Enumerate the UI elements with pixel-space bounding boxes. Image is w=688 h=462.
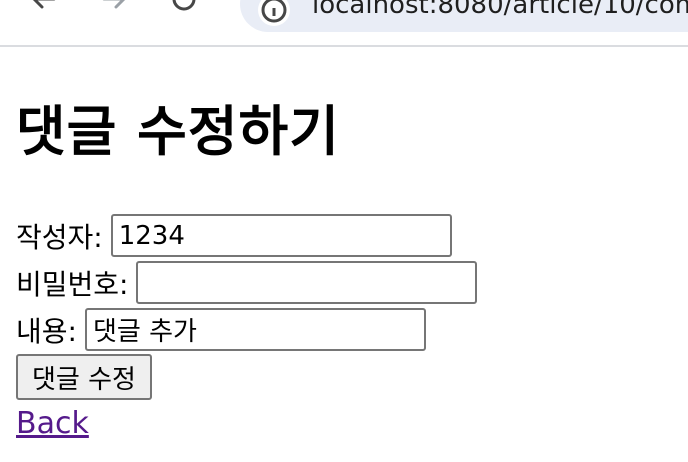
content-input[interactable] bbox=[84, 308, 426, 351]
password-input[interactable] bbox=[136, 261, 478, 304]
back-link[interactable]: Back bbox=[16, 406, 89, 441]
browser-toolbar: localhost:8080/article/10/com bbox=[0, 0, 688, 47]
back-arrow-icon[interactable] bbox=[28, 0, 58, 16]
page-title: 댓글 수정하기 bbox=[16, 100, 340, 163]
submit-edit-button[interactable]: 댓글 수정 bbox=[16, 354, 152, 400]
forward-arrow-icon[interactable] bbox=[100, 0, 130, 16]
reload-icon[interactable] bbox=[170, 0, 200, 16]
author-input[interactable] bbox=[110, 214, 452, 257]
author-label: 작성자: bbox=[16, 220, 103, 254]
content-row: 내용: bbox=[16, 306, 688, 353]
address-bar[interactable]: localhost:8080/article/10/com bbox=[240, 0, 688, 32]
edit-comment-form: 작성자: 비밀번호: 내용: 댓글 수정 bbox=[16, 212, 688, 400]
url-text: localhost:8080/article/10/com bbox=[312, 0, 688, 20]
page-content: 댓글 수정하기 작성자: 비밀번호: 내용: 댓글 수정 Back bbox=[16, 86, 688, 441]
content-label: 내용: bbox=[16, 314, 77, 348]
password-label: 비밀번호: bbox=[16, 267, 129, 301]
author-row: 작성자: bbox=[16, 212, 688, 259]
site-info-icon[interactable] bbox=[258, 0, 290, 26]
password-row: 비밀번호: bbox=[16, 259, 688, 306]
